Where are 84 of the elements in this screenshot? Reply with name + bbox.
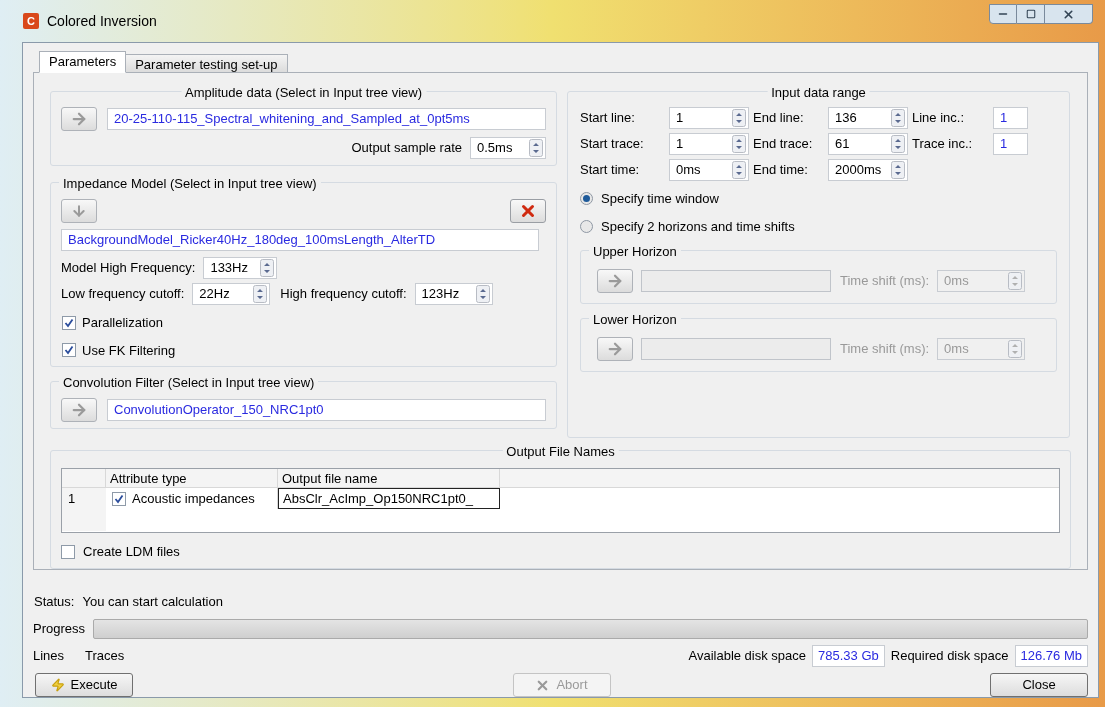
radio-label: Specify time window <box>601 190 719 208</box>
spin-arrows-icon[interactable] <box>732 161 746 179</box>
column-header: Attribute type <box>106 469 278 487</box>
checkbox-label: Use FK Filtering <box>82 341 176 360</box>
spin-field[interactable]: 0.5ms <box>470 137 546 159</box>
field-label: Output sample rate <box>351 139 462 158</box>
checkbox[interactable] <box>62 315 76 330</box>
close-button[interactable]: Close <box>990 673 1088 697</box>
spin-field[interactable]: 136 <box>828 107 908 129</box>
spin-field[interactable]: 61 <box>828 133 908 155</box>
dataset-field[interactable]: BackgroundModel_Ricker40Hz_180deg_100msLength_AlterTD <box>61 229 539 251</box>
status-label: Status: <box>34 592 75 611</box>
field-label: End time: <box>752 161 809 180</box>
counter-label: Lines <box>33 647 65 666</box>
spin-arrows-icon[interactable] <box>475 285 490 303</box>
checkbox-label: Parallelization <box>82 314 163 332</box>
maximize-icon <box>1025 9 1036 19</box>
spin-arrows-icon[interactable] <box>253 285 268 303</box>
close-icon <box>1062 7 1075 21</box>
disk-value: 785.33 Gb <box>812 645 885 667</box>
table-cell-text: Acoustic impedances <box>132 489 255 508</box>
disk-value: 126.76 Mb <box>1014 645 1088 667</box>
spin-field[interactable]: 0ms <box>669 159 749 181</box>
progress-label: Progress <box>33 620 86 639</box>
spin-field[interactable]: 133Hz <box>203 257 278 279</box>
window-title: Colored Inversion <box>47 11 157 31</box>
arrow-button[interactable] <box>61 398 97 422</box>
column-header: Output file name <box>278 469 500 487</box>
spin-field[interactable]: 22Hz <box>192 283 271 305</box>
radio-button[interactable] <box>580 219 593 233</box>
field-label: Low frequency cutoff: <box>61 285 185 304</box>
field-label: Line inc.: <box>911 109 966 128</box>
spin-arrows-icon[interactable] <box>891 109 905 127</box>
arrow-right-icon <box>606 340 624 358</box>
spin-field[interactable]: 123Hz <box>414 283 493 305</box>
arrow-button[interactable] <box>61 199 97 223</box>
arrow-right-icon <box>70 401 88 419</box>
minimize-button[interactable] <box>989 4 1017 24</box>
row-number: 1 <box>62 488 106 509</box>
spin-field[interactable]: 1 <box>669 107 749 129</box>
field-label: End trace: <box>752 135 814 154</box>
checkbox[interactable] <box>61 544 75 559</box>
remove-button[interactable] <box>510 199 546 223</box>
radio-button[interactable] <box>580 192 593 206</box>
spin-field[interactable]: 1 <box>669 133 749 155</box>
field-label: End line: <box>752 109 805 128</box>
arrow-right-icon <box>70 110 88 128</box>
spin-arrows-icon[interactable] <box>732 109 746 127</box>
arrow-button[interactable] <box>61 107 97 131</box>
dataset-field[interactable]: 20-25-110-115_Spectral_whitening_and_Sampled_at_0pt5ms <box>107 108 546 130</box>
spin-arrows-icon[interactable] <box>891 135 905 153</box>
app-icon: C <box>23 13 39 29</box>
field-label: Start trace: <box>580 135 645 154</box>
close-window-button[interactable] <box>1045 4 1093 24</box>
spin-field[interactable]: 2000ms <box>828 159 908 181</box>
field-label: Start time: <box>580 161 641 180</box>
field-label: Time shift (ms): <box>840 340 930 359</box>
input-field[interactable]: 1 <box>993 133 1028 155</box>
radio-label: Specify 2 horizons and time shifts <box>601 217 795 236</box>
close-icon <box>519 202 537 220</box>
field-label: Time shift (ms): <box>840 272 930 291</box>
status-text: You can start calculation <box>82 592 223 611</box>
execute-button[interactable]: Execute <box>35 673 133 697</box>
field-label: Start line: <box>580 109 636 128</box>
dataset-field[interactable]: ConvolutionOperator_150_NRC1pt0 <box>107 399 546 421</box>
checkbox[interactable] <box>112 491 126 506</box>
disk-label: Required disk space <box>890 647 1009 666</box>
field-label: High frequency cutoff: <box>280 285 407 304</box>
spin-arrows-icon[interactable] <box>529 139 543 157</box>
arrow-right-icon <box>606 272 624 290</box>
table-cell: AbsClr_AcImp_Op150NRC1pt0_ <box>278 488 500 509</box>
disk-label: Available disk space <box>688 647 807 666</box>
spin-arrows-icon[interactable] <box>891 161 905 179</box>
field-label: Model High Frequency: <box>61 259 196 278</box>
lightning-icon <box>50 678 65 692</box>
tab[interactable]: Parameters <box>39 51 127 73</box>
spin-arrows-icon[interactable] <box>732 135 746 153</box>
maximize-button[interactable] <box>1017 4 1045 24</box>
input-field[interactable]: 1 <box>993 107 1028 129</box>
counter-label: Traces <box>85 647 125 666</box>
checkbox[interactable] <box>62 343 76 358</box>
spin-arrows-icon[interactable] <box>260 259 275 277</box>
field-label: Trace inc.: <box>911 135 974 154</box>
checkbox-label: Create LDM files <box>83 543 180 561</box>
